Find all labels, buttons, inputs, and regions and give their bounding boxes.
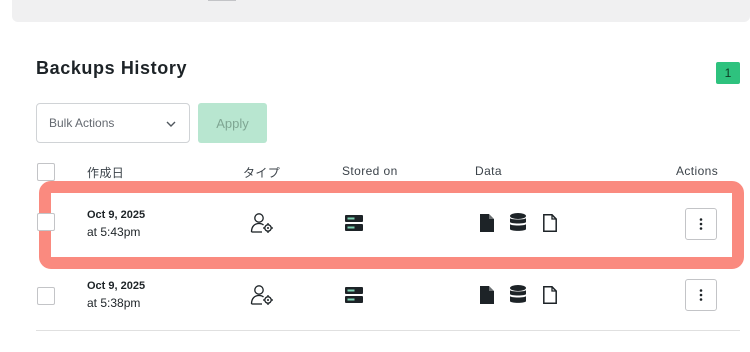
section-title: Backups History — [36, 58, 188, 78]
select-all-checkbox[interactable] — [37, 163, 55, 181]
bulk-actions-value: Bulk Actions — [49, 116, 115, 130]
row-time: at 5:43pm — [87, 225, 141, 239]
column-header-stored-on: Stored on — [342, 164, 398, 178]
top-panel — [12, 0, 750, 22]
file-icon — [480, 214, 494, 232]
more-vertical-icon — [699, 289, 703, 301]
apply-button[interactable]: Apply — [198, 103, 267, 143]
table-bottom-divider — [36, 330, 740, 331]
user-gear-icon — [250, 285, 273, 305]
server-icon — [345, 215, 363, 231]
row-highlight — [39, 181, 744, 269]
row-date[interactable]: Oct 9, 2025 — [87, 209, 145, 221]
document-outline-icon — [543, 214, 557, 232]
bulk-actions-select[interactable]: Bulk Actions — [36, 103, 190, 143]
row-date[interactable]: Oct 9, 2025 — [87, 280, 145, 292]
row-actions-button[interactable] — [685, 208, 717, 240]
column-header-actions: Actions — [676, 164, 719, 178]
row-checkbox[interactable] — [37, 287, 55, 305]
column-header-type: タイプ — [243, 166, 281, 180]
more-vertical-icon — [699, 218, 703, 230]
column-header-created[interactable]: 作成日 — [87, 164, 124, 181]
column-header-data: Data — [475, 164, 502, 178]
server-icon — [345, 287, 363, 303]
chevron-down-icon — [166, 121, 176, 127]
database-icon — [510, 213, 526, 231]
row-actions-button[interactable] — [685, 279, 717, 311]
database-icon — [510, 285, 526, 303]
panel-divider — [208, 0, 236, 1]
document-outline-icon — [543, 286, 557, 304]
count-badge: 1 — [716, 62, 740, 84]
row-checkbox[interactable] — [37, 213, 55, 231]
user-gear-icon — [250, 213, 273, 233]
row-time: at 5:38pm — [87, 296, 141, 310]
file-icon — [480, 286, 494, 304]
